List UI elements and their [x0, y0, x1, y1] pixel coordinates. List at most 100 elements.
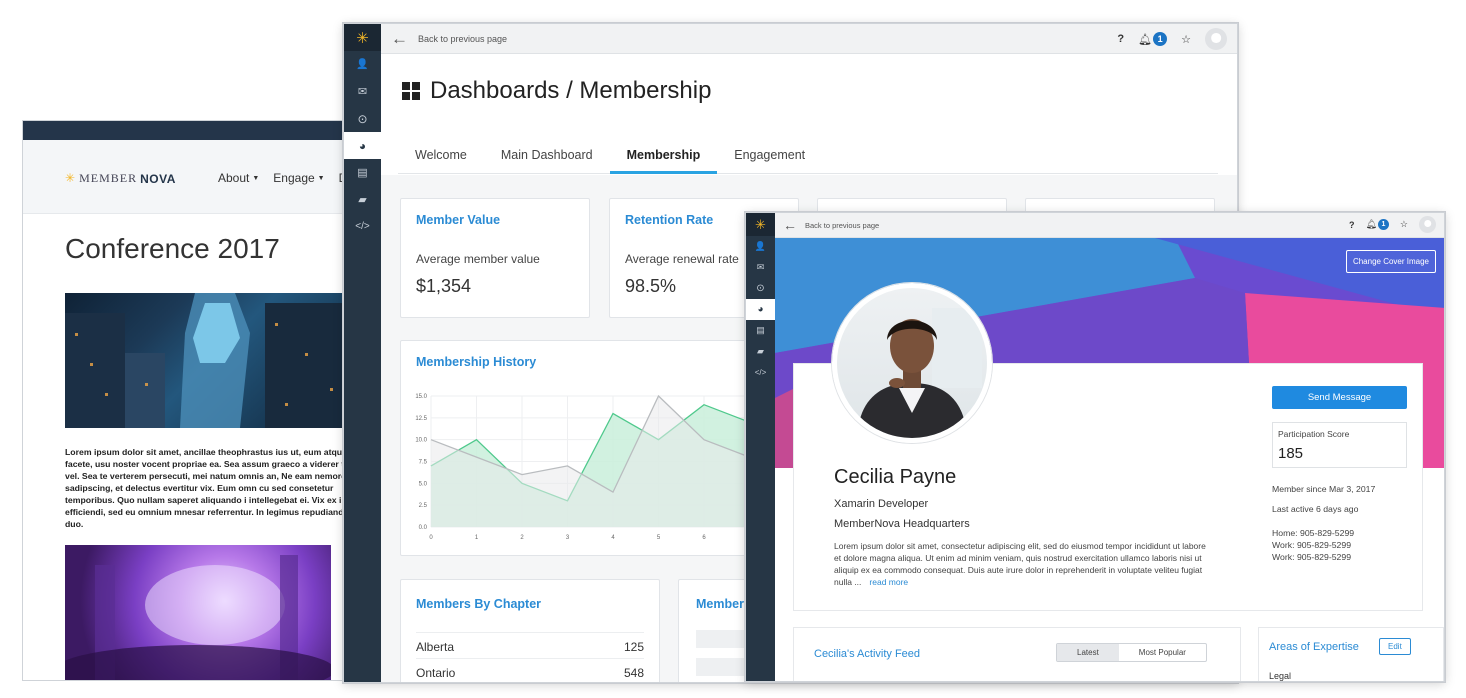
tab-welcome[interactable]: Welcome	[398, 136, 484, 173]
profile-title: Xamarin Developer	[834, 498, 929, 510]
back-link-label: Back to previous page	[805, 220, 880, 230]
chapter-count: 548	[623, 666, 644, 680]
y-tick-label: 5.0	[419, 481, 428, 487]
card-value: $1,354	[416, 276, 472, 296]
profile-sidebar: ✳ 👤 ✉ ⊙ ◕ ▤ ▰ </>	[746, 213, 775, 681]
app-logo-icon[interactable]: ✳	[746, 213, 775, 236]
page-title: Dashboards / Membership	[402, 77, 711, 105]
notification-button[interactable]: 🔔︎ 1	[1138, 32, 1168, 46]
table-row: Ontario 548	[416, 658, 644, 680]
document-icon[interactable]: ▤	[746, 320, 775, 341]
back-link-label: Back to previous page	[418, 33, 508, 44]
profile-bio: Lorem ipsum dolor sit amet, consectetur …	[834, 540, 1214, 588]
mail-icon[interactable]: ✉	[344, 78, 381, 105]
send-message-button[interactable]: Send Message	[1272, 386, 1407, 409]
profile-org: MemberNova Headquarters	[834, 518, 970, 530]
score-value: 185	[1278, 445, 1304, 462]
star-icon[interactable]: ☆	[1181, 33, 1191, 46]
page-title: Conference 2017	[65, 233, 280, 264]
website-nav: ✳ MEMBERNOVA About▼ Engage▼ D	[23, 140, 361, 214]
y-tick-label: 12.5	[415, 416, 427, 422]
feed-tab-latest[interactable]: Latest	[1057, 644, 1119, 661]
dashboard-topnav: ← Back to previous page ? 🔔︎ 1 ☆	[381, 24, 1237, 54]
chapter-name: Alberta	[416, 640, 455, 654]
page-title-text: Dashboards / Membership	[430, 77, 712, 104]
x-tick-label: 4	[611, 535, 615, 541]
website-nav-links: About▼ Engage▼ D	[218, 171, 347, 185]
membernova-logo[interactable]: ✳ MEMBER NOVA	[65, 171, 176, 186]
activity-feed-card: Cecilia's Activity Feed Latest Most Popu…	[793, 627, 1241, 681]
clock-icon[interactable]: ⊙	[746, 278, 775, 299]
caret-down-icon: ▼	[317, 175, 325, 182]
dashboard-sidebar: ✳ 👤 ✉ ⊙ ◕ ▤ ▰ </>	[344, 24, 381, 682]
code-icon[interactable]: </>	[746, 362, 775, 383]
dashboard-icon[interactable]: ◕	[344, 132, 381, 159]
avatar[interactable]	[1205, 28, 1227, 50]
profile-topnav: ← Back to previous page ? 🔔︎ 1 ☆	[775, 213, 1444, 238]
y-tick-label: 10.0	[415, 438, 427, 444]
help-icon[interactable]: ?	[1117, 33, 1124, 45]
website-window: ✳ MEMBERNOVA About▼ Engage▼ D Conference…	[22, 120, 362, 681]
arrow-left-icon: ←	[783, 217, 797, 233]
x-tick-label: 6	[702, 535, 706, 541]
logo-star-icon: ✳	[65, 171, 77, 185]
arrow-left-icon: ←	[391, 29, 408, 48]
expertise-item: Legal	[1269, 671, 1292, 681]
clock-icon[interactable]: ⊙	[344, 105, 381, 132]
event-hall-photo	[65, 545, 331, 680]
user-icon[interactable]: 👤	[746, 236, 775, 257]
website-topbar	[23, 121, 361, 140]
card-title: Members By Chapter	[416, 597, 542, 611]
dashboard-icon[interactable]: ◕	[746, 299, 775, 320]
user-icon[interactable]: 👤	[344, 51, 381, 78]
x-tick-label: 3	[566, 535, 570, 541]
table-row: Alberta 125	[416, 632, 644, 654]
topnav-actions: ? 🔔︎ 1 ☆	[1349, 216, 1436, 233]
x-tick-label: 2	[520, 535, 524, 541]
mail-icon[interactable]: ✉	[746, 257, 775, 278]
book-icon[interactable]: ▰	[746, 341, 775, 362]
avatar[interactable]	[1419, 216, 1436, 233]
bell-icon: 🔔︎	[1365, 219, 1377, 229]
edit-button[interactable]: Edit	[1379, 638, 1411, 655]
change-cover-button[interactable]: Change Cover Image	[1345, 250, 1436, 273]
nav-about[interactable]: About ▼	[218, 171, 259, 185]
card-label: Average renewal rate	[625, 252, 739, 266]
participation-score: Participation Score 185	[1272, 422, 1407, 468]
read-more-link[interactable]: read more	[869, 577, 908, 587]
back-link[interactable]: ← Back to previous page	[391, 30, 507, 47]
tab-main-dashboard[interactable]: Main Dashboard	[484, 136, 610, 173]
city-skyline-photo	[65, 293, 355, 428]
last-active: Last active 6 days ago	[1272, 504, 1359, 514]
x-tick-label: 0	[429, 535, 433, 541]
notification-count: 1	[1377, 219, 1389, 230]
tab-membership[interactable]: Membership	[609, 136, 718, 174]
work-phone: Work: 905-829-5299	[1272, 540, 1352, 550]
star-icon[interactable]: ☆	[1400, 219, 1408, 230]
nav-engage[interactable]: Engage ▼	[273, 171, 324, 185]
profile-window: ✳ 👤 ✉ ⊙ ◕ ▤ ▰ </> ← Back to previous pag…	[745, 212, 1445, 682]
feed-tab-most-popular[interactable]: Most Popular	[1119, 644, 1206, 661]
expertise-card: Areas of Expertise Edit Legal	[1258, 627, 1444, 681]
help-icon[interactable]: ?	[1349, 220, 1355, 230]
member-value-card: Member Value Average member value $1,354	[400, 198, 590, 318]
app-logo-icon[interactable]: ✳	[344, 24, 381, 51]
bell-icon: 🔔︎	[1138, 33, 1153, 46]
book-icon[interactable]: ▰	[344, 186, 381, 213]
y-tick-label: 2.5	[419, 503, 428, 509]
logo-text-bold: NOVA	[140, 171, 176, 186]
code-icon[interactable]: </>	[344, 213, 381, 240]
members-by-chapter-card: Members By Chapter Alberta 125 Ontario 5…	[400, 579, 660, 682]
tab-engagement[interactable]: Engagement	[717, 136, 822, 173]
feed-sort-toggle: Latest Most Popular	[1056, 643, 1207, 662]
back-link[interactable]: ← Back to previous page	[783, 218, 879, 232]
y-tick-label: 0.0	[419, 525, 428, 531]
nav-engage-label: Engage	[273, 171, 315, 185]
document-icon[interactable]: ▤	[344, 159, 381, 186]
card-title: Member Value	[416, 213, 501, 227]
nav-about-label: About	[218, 171, 250, 185]
card-label: Average member value	[416, 252, 540, 266]
notification-button[interactable]: 🔔︎ 1	[1365, 219, 1389, 230]
membership-history-chart: 0.0 2.5 5.0 7.5 10.0 12.5 15.0 0 1 2 3 4 5 6	[415, 394, 761, 541]
y-tick-label: 7.5	[419, 460, 428, 466]
